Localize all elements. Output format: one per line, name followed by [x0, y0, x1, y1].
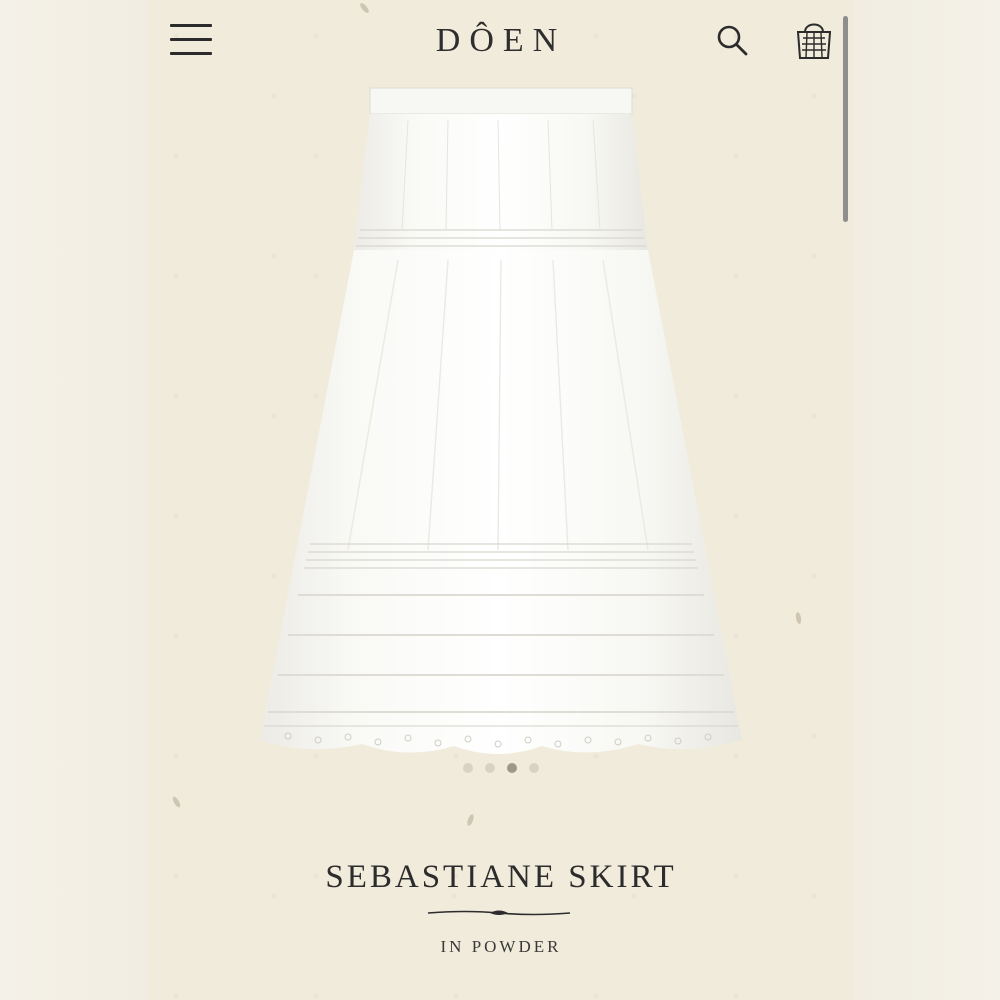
ornamental-divider [427, 910, 571, 916]
mobile-screen: DÔEN SEBASTIANE SKIRT IN POWDER [148, 0, 854, 1000]
carousel-dot[interactable] [463, 763, 473, 773]
blurred-left-panel [0, 0, 148, 1000]
search-button[interactable] [714, 22, 750, 58]
decorative-leaf [171, 795, 182, 809]
carousel-dot[interactable] [485, 763, 495, 773]
carousel-dot[interactable] [529, 763, 539, 773]
search-icon [717, 25, 748, 56]
carousel-dots [148, 763, 854, 773]
decorative-leaf [358, 1, 371, 15]
product-title: SEBASTIANE SKIRT [325, 859, 677, 895]
decorative-leaf [466, 813, 475, 827]
product-variant: IN POWDER [440, 937, 562, 956]
carousel-dot-active[interactable] [507, 763, 517, 773]
shopping-bag-button[interactable] [794, 18, 834, 62]
product-image[interactable] [148, 80, 854, 780]
shopping-bag-icon [796, 23, 832, 59]
blurred-right-panel [854, 0, 1000, 1000]
